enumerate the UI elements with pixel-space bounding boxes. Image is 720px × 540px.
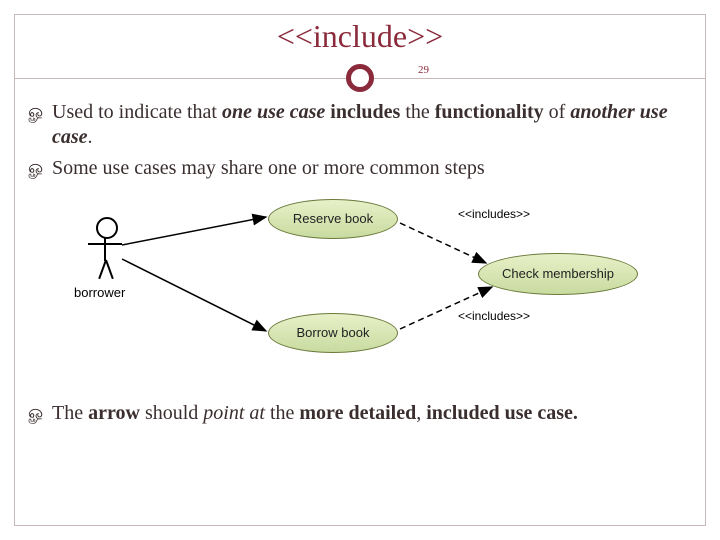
usecase-borrow: Borrow book (268, 313, 398, 353)
bullet-1-text: Used to indicate that one use case inclu… (52, 100, 700, 150)
text-seg: the (400, 101, 434, 123)
page-number: 29 (418, 64, 429, 76)
bullet-3: ௐ The arrow should point at the more det… (28, 401, 700, 426)
bullet-1: ௐ Used to indicate that one use case inc… (28, 100, 700, 150)
bullet-glyph: ௐ (28, 100, 52, 150)
text-seg: point at (203, 402, 265, 424)
bullet-glyph: ௐ (28, 401, 52, 426)
text-seg: includes (325, 101, 400, 123)
usecase-reserve: Reserve book (268, 199, 398, 239)
actor-body-icon (104, 237, 106, 261)
actor-head-icon (96, 217, 118, 239)
actor-leg-icon (105, 260, 114, 279)
text-seg: The (52, 402, 88, 424)
text-seg: arrow (88, 402, 140, 424)
text-seg: should (140, 402, 203, 424)
include-label-2: <<includes>> (458, 309, 530, 324)
actor-arms-icon (88, 243, 122, 245)
text-seg: of (544, 101, 571, 123)
text-seg: included use case. (426, 402, 578, 424)
bullet-3-text: The arrow should point at the more detai… (52, 401, 700, 426)
bullet-2: ௐ Some use cases may share one or more c… (28, 156, 700, 181)
text-seg: , (416, 402, 426, 424)
bullet-2-text: Some use cases may share one or more com… (52, 156, 700, 181)
text-seg: more detailed (299, 402, 416, 424)
slide: <<include>> 29 ௐ Used to indicate that o… (0, 0, 720, 540)
text-seg: the (265, 402, 299, 424)
content: ௐ Used to indicate that one use case inc… (28, 96, 700, 516)
text-seg: use (257, 101, 285, 123)
text-seg: Used to indicate that (52, 101, 222, 123)
text-seg: functionality (435, 101, 544, 123)
slide-title: <<include>> (0, 18, 720, 55)
usecase-check: Check membership (478, 253, 638, 295)
usecase-diagram: borrower Reserve book Borrow book Check … (68, 193, 648, 383)
text-seg: one (222, 101, 252, 123)
text-seg: . (88, 126, 93, 148)
text-seg: case (290, 101, 326, 123)
bullet-glyph: ௐ (28, 156, 52, 181)
actor-label: borrower (74, 285, 125, 301)
include-label-1: <<includes>> (458, 207, 530, 222)
ring-ornament (346, 64, 374, 92)
